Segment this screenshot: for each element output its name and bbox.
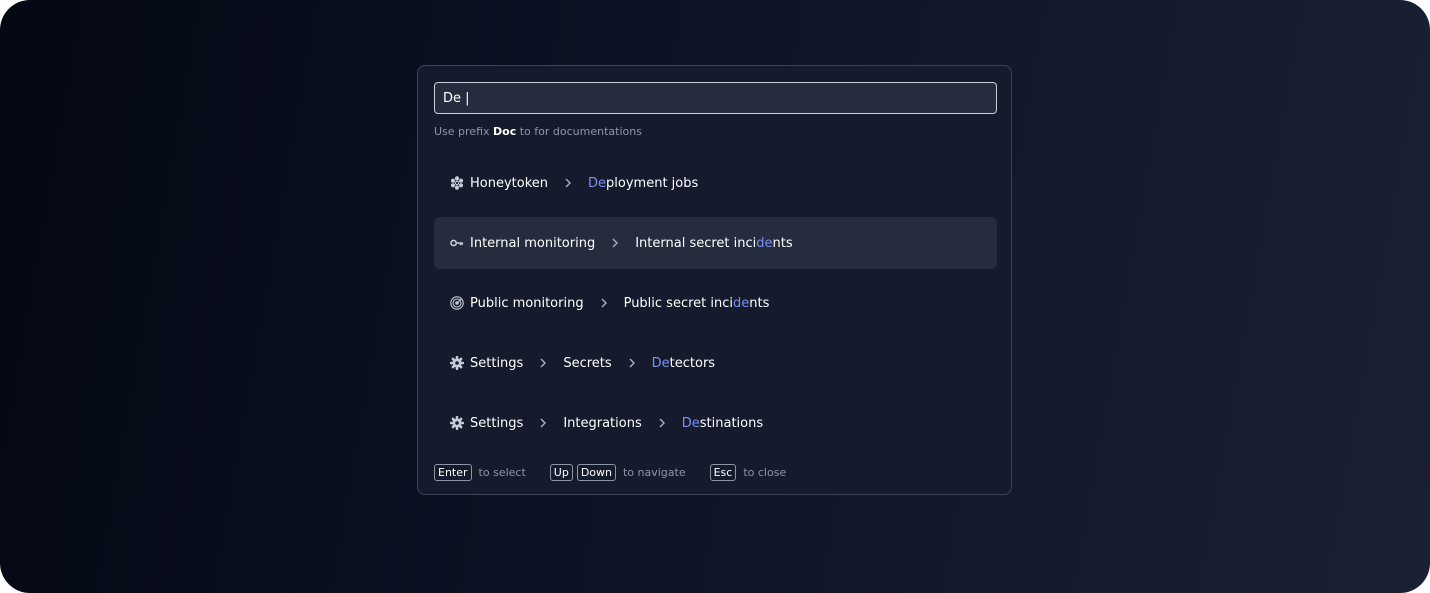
esc-key-badge: Esc: [709, 463, 737, 481]
match-highlight: De: [651, 355, 670, 371]
down-key-badge: Down: [576, 463, 616, 481]
search-input[interactable]: [434, 82, 997, 114]
result-target: Deployment jobs: [588, 176, 698, 191]
result-crumb: Secrets: [563, 355, 612, 371]
match-highlight: De: [588, 175, 607, 191]
result-target: Public secret incidents: [624, 296, 770, 311]
match-suffix: tectors: [669, 355, 716, 371]
chevron-right-icon: [609, 237, 621, 249]
match-suffix: ployment jobs: [606, 175, 699, 191]
result-crumb: Settings: [470, 355, 524, 371]
match-suffix: stinations: [699, 415, 764, 431]
match-highlight: De: [681, 415, 700, 431]
match-suffix: nts: [749, 295, 770, 311]
hint-prefix-text: Use prefix: [434, 125, 494, 138]
key-icon: [450, 236, 464, 250]
chevron-right-icon: [626, 357, 638, 369]
up-key-badge: Up: [549, 463, 573, 481]
result-target: Destinations: [682, 416, 763, 431]
result-target: Detectors: [652, 356, 715, 371]
result-target: Internal secret incidents: [635, 236, 792, 251]
match-highlight: de: [733, 295, 750, 311]
result-crumb: Integrations: [563, 415, 642, 431]
result-crumb: Honeytoken: [470, 175, 549, 191]
chevron-right-icon: [537, 357, 549, 369]
radar-icon: [450, 296, 464, 310]
hint-keyword: Doc: [493, 125, 517, 138]
result-item-destinations[interactable]: Settings Integrations Destinations: [434, 397, 997, 449]
chevron-right-icon: [656, 417, 668, 429]
result-crumb: Internal monitoring: [470, 235, 596, 251]
enter-key-badge: Enter: [434, 463, 472, 481]
keyboard-shortcuts-bar: Enter to select Up Down to navigate Esc …: [434, 463, 786, 481]
match-prefix: Internal secret inci: [635, 235, 757, 251]
result-item-detectors[interactable]: Settings Secrets Detectors: [434, 337, 997, 389]
hint-suffix-text: to for documentations: [516, 125, 642, 138]
search-hint: Use prefix Doc to for documentations: [434, 125, 642, 138]
match-suffix: nts: [772, 235, 793, 251]
result-crumb: Settings: [470, 415, 524, 431]
gear-icon: [450, 356, 464, 370]
match-highlight: de: [756, 235, 773, 251]
result-item-deployment-jobs[interactable]: Honeytoken Deployment jobs: [434, 157, 997, 209]
enter-hint: to select: [478, 465, 526, 479]
navigate-hint: to navigate: [622, 465, 686, 479]
match-prefix: Public secret inci: [623, 295, 733, 311]
chevron-right-icon: [598, 297, 610, 309]
honeycomb-icon: [450, 176, 464, 190]
result-crumb: Public monitoring: [470, 295, 584, 311]
chevron-right-icon: [562, 177, 574, 189]
backdrop: Use prefix Doc to for documentations: [0, 0, 1430, 593]
chevron-right-icon: [537, 417, 549, 429]
gear-icon: [450, 416, 464, 430]
close-hint: to close: [743, 465, 787, 479]
result-item-internal-secret-incidents[interactable]: Internal monitoring Internal secret inci…: [434, 217, 997, 269]
command-palette: Use prefix Doc to for documentations: [417, 65, 1012, 495]
result-item-public-secret-incidents[interactable]: Public monitoring Public secret incident…: [434, 277, 997, 329]
